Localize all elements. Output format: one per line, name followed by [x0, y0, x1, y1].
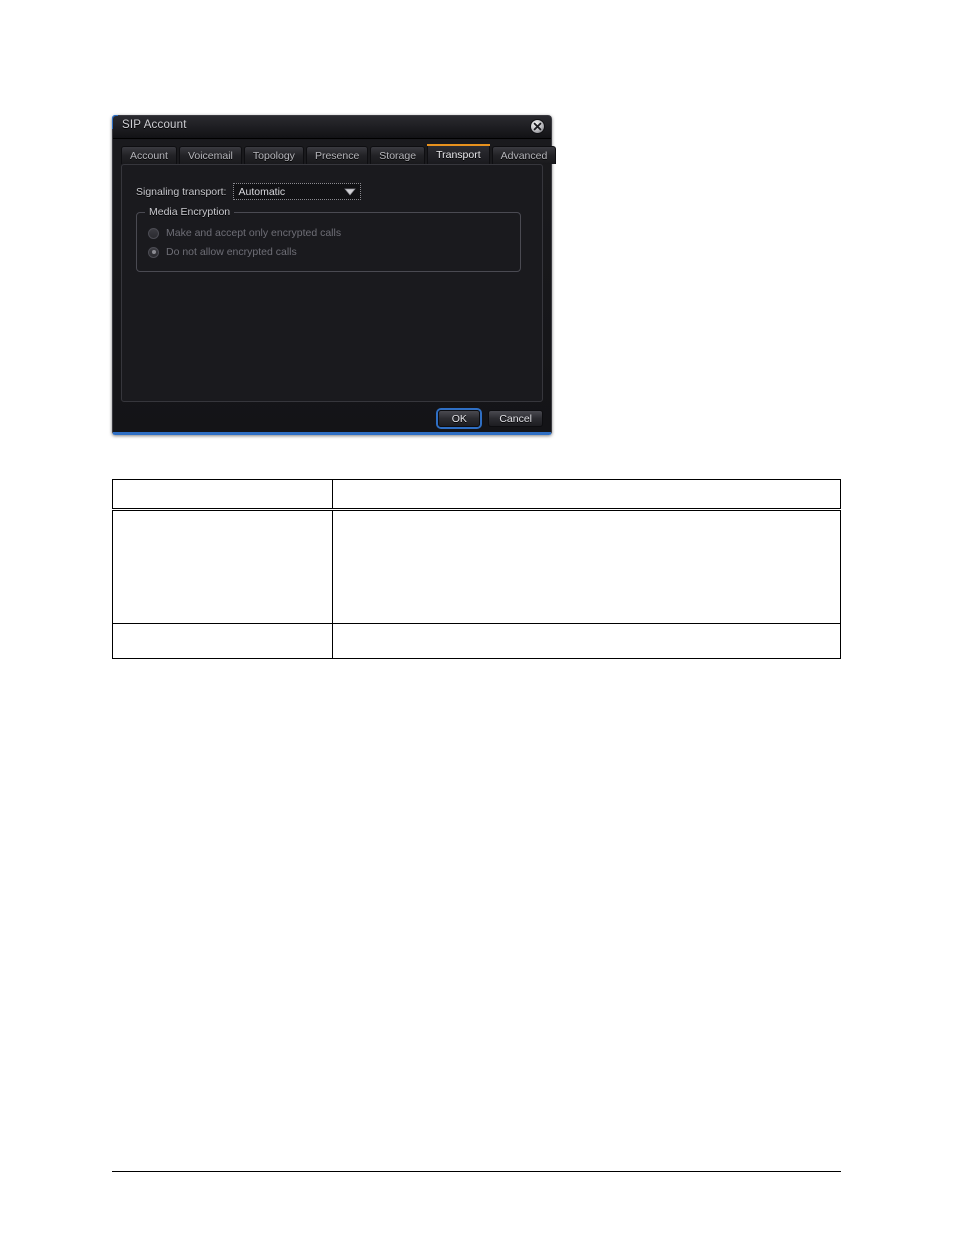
reference-table: [112, 479, 841, 659]
tab-topology[interactable]: Topology: [243, 146, 304, 164]
table-cell-2: [332, 509, 841, 624]
radio-encrypted-only-label: Make and accept only encrypted calls: [166, 227, 342, 239]
media-encryption-legend: Media Encryption: [145, 206, 235, 218]
signaling-transport-value: Automatic: [238, 185, 286, 198]
table-cell-1: [112, 509, 333, 624]
table-row: [112, 509, 841, 624]
radio-encrypted-only[interactable]: Make and accept only encrypted calls: [148, 227, 341, 239]
table-row: [112, 623, 841, 659]
sip-account-dialog: SIP Account Account Voicemail Topology P…: [112, 115, 557, 435]
media-encryption-group: Media Encryption Make and accept only en…: [136, 206, 521, 272]
dialog-footer: OK Cancel: [438, 410, 543, 427]
tab-account[interactable]: Account: [121, 146, 177, 164]
page-footer-rule: [112, 1171, 841, 1172]
table-cell-1: [112, 623, 333, 659]
signaling-transport-select[interactable]: Automatic: [233, 183, 362, 200]
table-header-row: [112, 479, 841, 511]
radio-selected-icon: [148, 246, 159, 258]
close-icon[interactable]: [530, 119, 545, 134]
tab-storage[interactable]: Storage: [370, 146, 426, 164]
tab-presence[interactable]: Presence: [305, 146, 369, 164]
tab-transport[interactable]: Transport: [427, 144, 490, 164]
transport-tab-panel: Signaling transport: Automatic Media Enc…: [121, 164, 543, 402]
dialog-tabstrip: Account Voicemail Topology Presence Stor…: [121, 144, 557, 164]
radio-no-encryption-label: Do not allow encrypted calls: [166, 246, 297, 258]
cancel-button[interactable]: Cancel: [488, 410, 543, 427]
signaling-transport-label: Signaling transport:: [136, 185, 227, 198]
dialog-title: SIP Account: [122, 119, 187, 131]
table-header-cell-2: [332, 479, 841, 511]
tab-advanced[interactable]: Advanced: [491, 146, 557, 164]
signaling-transport-row: Signaling transport: Automatic: [136, 183, 362, 200]
ok-button[interactable]: OK: [438, 410, 481, 427]
radio-no-encryption[interactable]: Do not allow encrypted calls: [148, 246, 297, 258]
radio-unselected-icon: [148, 227, 159, 239]
table-header-cell-1: [112, 479, 333, 511]
table-cell-2: [332, 623, 841, 659]
chevron-down-icon: [343, 186, 357, 198]
dialog-titlebar: SIP Account: [113, 116, 551, 139]
tab-voicemail[interactable]: Voicemail: [178, 146, 242, 164]
